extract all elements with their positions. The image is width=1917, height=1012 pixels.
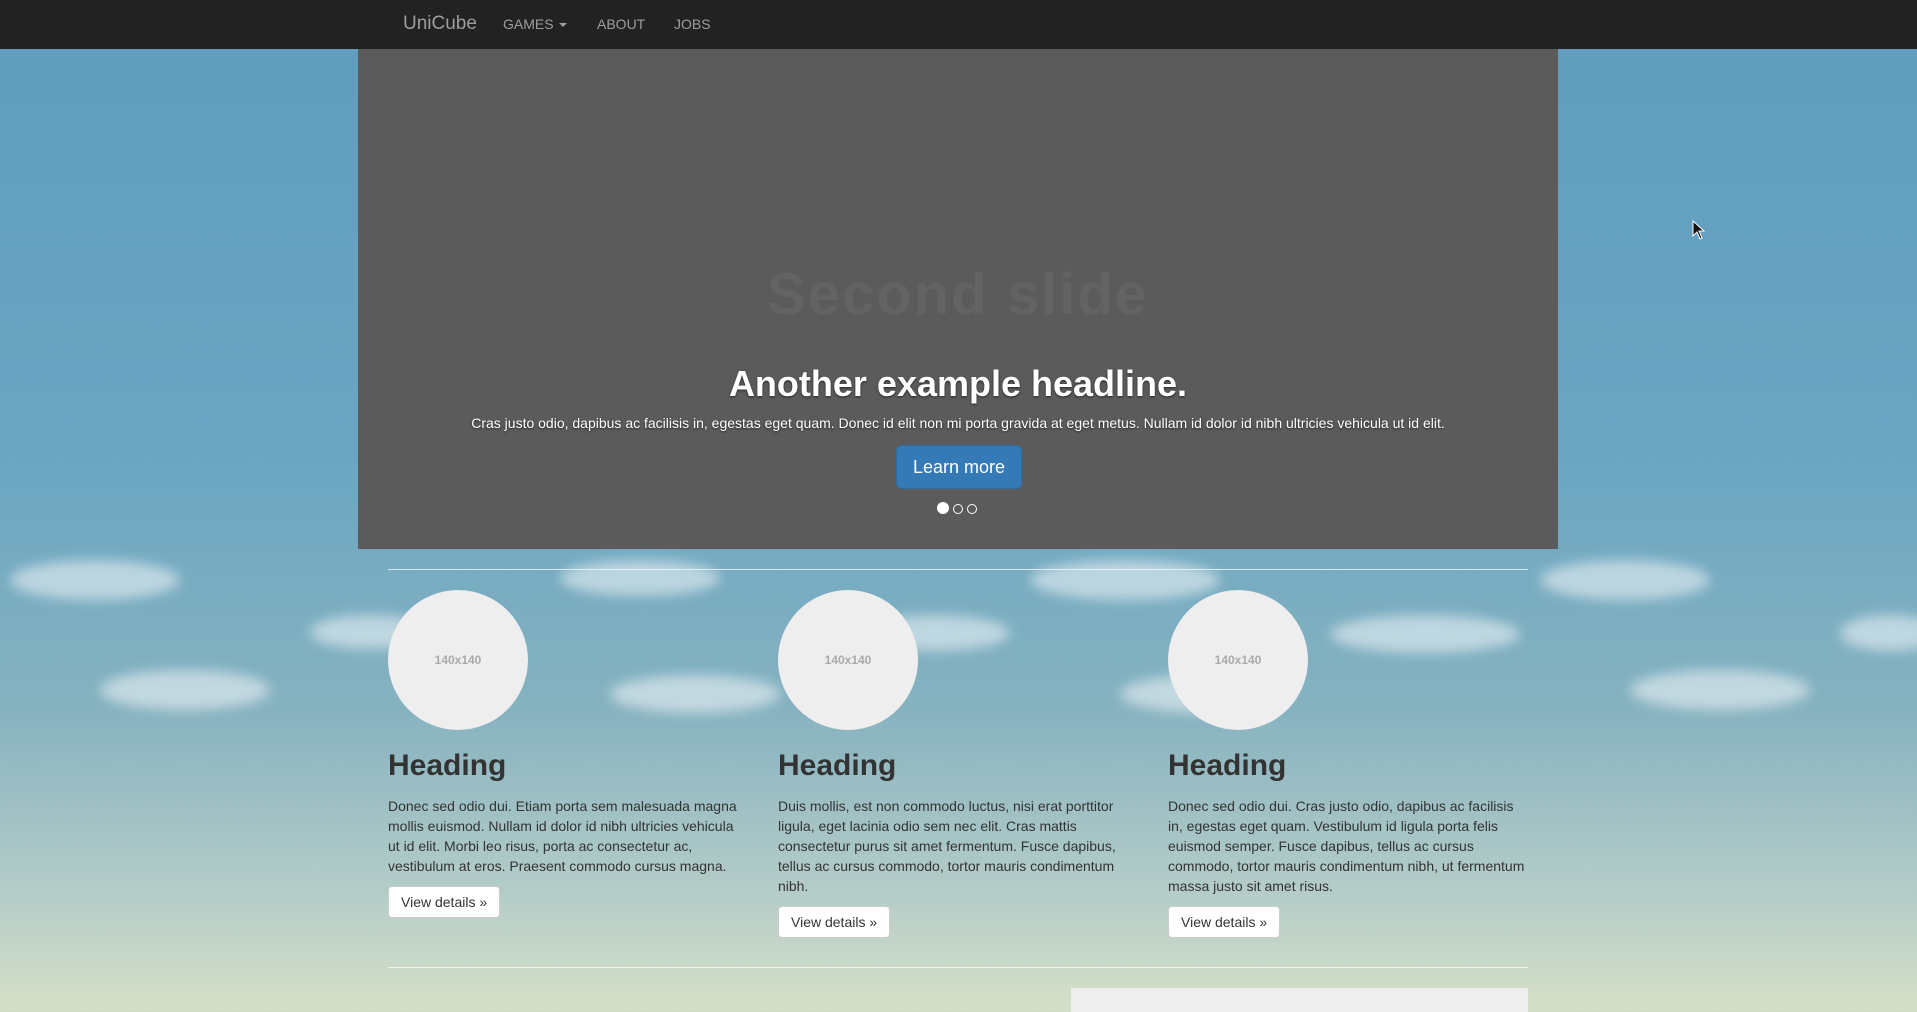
carousel-indicator-1[interactable] <box>937 502 949 514</box>
feature-text: Donec sed odio dui. Cras justo odio, dap… <box>1168 798 1525 894</box>
carousel-indicator-2[interactable] <box>953 504 963 514</box>
carousel-caption-text: Cras justo odio, dapibus ac facilisis in… <box>471 415 1445 431</box>
feature-text: Donec sed odio dui. Etiam porta sem male… <box>388 798 737 874</box>
carousel-indicators <box>935 501 979 515</box>
caret-down-icon <box>558 23 567 28</box>
feature-heading: Heading <box>1168 749 1287 782</box>
view-details-button[interactable]: View details » <box>1168 906 1281 938</box>
brand-link[interactable]: UniCube <box>403 0 477 49</box>
feature-heading: Heading <box>778 749 897 782</box>
view-details-button[interactable]: View details » <box>388 886 501 918</box>
feature-heading: Heading <box>388 749 507 782</box>
carousel-headline: Another example headline. <box>728 363 1188 404</box>
placeholder-image: 140x140 <box>778 590 918 730</box>
carousel-indicator-3[interactable] <box>967 504 977 514</box>
feature-column: 140x140 Heading Donec sed odio dui. Cras… <box>1168 590 1528 938</box>
feature-column: 140x140 Heading Donec sed odio dui. Etia… <box>388 590 748 918</box>
nav-games-dropdown[interactable]: GAMES <box>503 0 567 49</box>
divider-bottom <box>388 967 1528 968</box>
featurette-image-placeholder <box>1071 988 1528 1012</box>
feature-column: 140x140 Heading Duis mollis, est non com… <box>778 590 1138 938</box>
hero-carousel[interactable]: Second slide Another example headline. C… <box>358 49 1558 549</box>
divider-top <box>388 569 1528 570</box>
feature-text: Duis mollis, est non commodo luctus, nis… <box>778 798 1116 894</box>
learn-more-button[interactable]: Learn more <box>896 445 1022 489</box>
nav-about-link[interactable]: ABOUT <box>597 0 645 49</box>
view-details-button[interactable]: View details » <box>778 906 891 938</box>
mouse-cursor-icon <box>1692 220 1706 240</box>
nav-jobs-link[interactable]: JOBS <box>674 0 711 49</box>
placeholder-image: 140x140 <box>1168 590 1308 730</box>
top-navbar: UniCube GAMES ABOUT JOBS <box>0 0 1917 49</box>
nav-games-label: GAMES <box>503 16 554 32</box>
placeholder-image: 140x140 <box>388 590 528 730</box>
slide-placeholder-text: Second slide <box>767 262 1149 327</box>
